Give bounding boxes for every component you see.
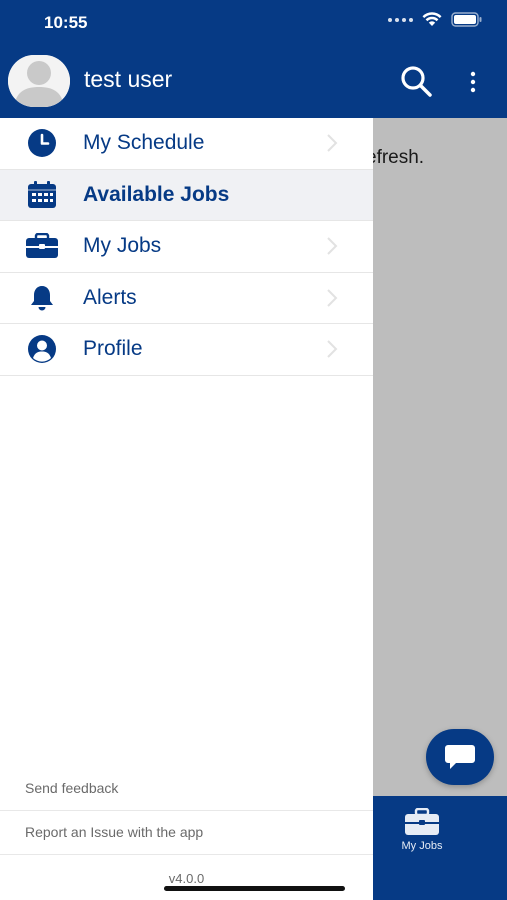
battery-icon [451,12,482,27]
menu-item-my-schedule[interactable]: My Schedule [0,118,373,170]
user-name: test user [84,66,173,92]
menu-item-profile[interactable]: Profile [0,324,373,376]
chevron-right-icon [327,340,338,358]
more-options-icon[interactable] [463,68,483,96]
drawer-footer: Send feedback Report an Issue with the a… [0,766,373,855]
chevron-right-icon [327,134,338,152]
menu-item-label: Alerts [83,285,137,309]
user-circle-icon [26,333,58,365]
app-version: v4.0.0 [168,871,205,886]
menu-item-alerts[interactable]: Alerts [0,273,373,324]
menu-item-label: Available Jobs [83,182,230,206]
briefcase-icon [26,230,58,262]
signal-icon [388,17,413,22]
menu-item-label: My Jobs [83,234,162,258]
wifi-icon [422,12,442,26]
tab-my-jobs[interactable]: My Jobs [388,808,456,852]
menu-item-my-jobs[interactable]: My Jobs [0,221,373,273]
chat-bubble-icon [445,745,475,769]
bell-icon [26,282,58,314]
home-indicator [164,886,345,891]
menu-item-label: Profile [83,337,143,361]
drawer-menu: My Schedule Available Jobs My Jobs Alert… [0,118,373,376]
search-icon[interactable] [398,63,434,99]
chevron-right-icon [327,237,338,255]
calendar-icon [26,179,58,211]
navigation-drawer: test user My Schedule Available Jobs My … [0,0,373,900]
chevron-right-icon [327,289,338,307]
send-feedback-link[interactable]: Send feedback [0,766,373,811]
user-placeholder-icon [8,55,70,107]
chat-button[interactable] [426,729,494,785]
tab-my-jobs-label: My Jobs [401,840,443,852]
menu-item-available-jobs[interactable]: Available Jobs [0,169,373,221]
menu-item-label: My Schedule [83,131,205,155]
avatar[interactable] [8,55,70,107]
status-icons [388,12,483,27]
clock-icon [26,127,58,159]
report-issue-link[interactable]: Report an Issue with the app [0,811,373,855]
status-time: 10:55 [44,13,88,32]
pull-to-refresh-text: efresh. [366,147,425,168]
briefcase-icon [405,808,439,835]
